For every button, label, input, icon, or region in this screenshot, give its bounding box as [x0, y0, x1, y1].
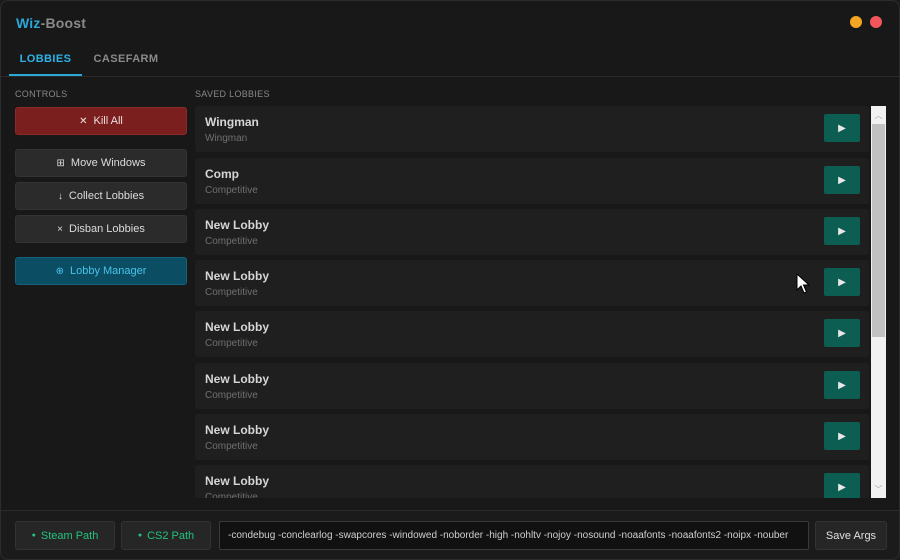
- lobby-manager-label: Lobby Manager: [69, 265, 147, 277]
- play-icon: ▶: [838, 481, 846, 493]
- disban-lobbies-label: Disban Lobbies: [69, 223, 145, 235]
- lobby-name: New Lobby: [205, 474, 270, 488]
- tab-lobbies[interactable]: LOBBIES: [9, 43, 82, 76]
- play-icon: ▶: [838, 327, 846, 339]
- scrollbar-thumb[interactable]: [872, 124, 885, 337]
- lobby-type: Competitive: [205, 185, 258, 196]
- play-button[interactable]: ▶: [824, 166, 860, 194]
- lobby-row: New Lobby Competitive ▶: [195, 311, 869, 357]
- collect-lobbies-button[interactable]: ↓ Collect Lobbies: [15, 182, 187, 210]
- play-button[interactable]: ▶: [824, 114, 860, 142]
- scroll-down-icon[interactable]: ﹀: [871, 481, 886, 497]
- move-windows-label: Move Windows: [70, 157, 146, 169]
- tab-divider: [1, 76, 899, 77]
- lobby-name: Wingman: [205, 115, 259, 129]
- play-button[interactable]: ▶: [824, 422, 860, 450]
- kill-all-label: Kill All: [93, 115, 123, 127]
- scroll-up-icon[interactable]: ︿: [871, 107, 886, 123]
- lobby-row: Comp Competitive ▶: [195, 158, 869, 204]
- play-icon: ▶: [838, 174, 846, 186]
- title-bar[interactable]: Wiz-Boost: [1, 1, 899, 43]
- app-window: Wiz-Boost LOBBIES CASEFARM CONTROLS ✕ Ki…: [0, 0, 900, 560]
- save-args-button[interactable]: Save Args: [815, 521, 887, 550]
- app-title-brand: Wiz: [16, 15, 41, 31]
- play-icon: ▶: [838, 225, 846, 237]
- collect-lobbies-label: Collect Lobbies: [68, 190, 145, 202]
- lobby-name: New Lobby: [205, 423, 270, 437]
- lobby-name: New Lobby: [205, 269, 270, 283]
- lobby-type: Competitive: [205, 441, 258, 452]
- play-button[interactable]: ▶: [824, 371, 860, 399]
- globe-icon: ⊕: [55, 265, 64, 277]
- launch-args-input[interactable]: [219, 521, 809, 550]
- play-icon: ▶: [838, 276, 846, 288]
- lobby-row: Wingman Wingman ▶: [195, 106, 869, 152]
- move-windows-button[interactable]: ⊞ Move Windows: [15, 149, 187, 177]
- bottom-bar: ● Steam Path ● CS2 Path Save Args: [1, 510, 899, 559]
- controls-label: CONTROLS: [15, 89, 68, 99]
- play-button[interactable]: ▶: [824, 319, 860, 347]
- lobby-type: Competitive: [205, 236, 258, 247]
- disban-lobbies-button[interactable]: × Disban Lobbies: [15, 215, 187, 243]
- lobby-list-scrollbar[interactable]: ︿ ﹀: [871, 106, 886, 498]
- lobby-list[interactable]: Wingman Wingman ▶ Comp Competitive ▶ New…: [195, 106, 869, 498]
- play-button[interactable]: ▶: [824, 268, 860, 296]
- saved-lobbies-label: SAVED LOBBIES: [195, 89, 270, 99]
- lobby-name: New Lobby: [205, 218, 270, 232]
- cs2-path-label: CS2 Path: [147, 529, 195, 542]
- close-button[interactable]: [870, 16, 882, 28]
- lobby-row: New Lobby Competitive ▶: [195, 414, 869, 460]
- lobby-row: New Lobby Competitive ▶: [195, 465, 869, 498]
- play-button[interactable]: ▶: [824, 217, 860, 245]
- steam-path-button[interactable]: ● Steam Path: [15, 521, 115, 550]
- status-dot-icon: ●: [137, 532, 143, 539]
- mouse-cursor-icon: [796, 273, 810, 294]
- lobby-name: New Lobby: [205, 372, 270, 386]
- lobby-name: New Lobby: [205, 320, 270, 334]
- play-icon: ▶: [838, 379, 846, 391]
- lobby-manager-button[interactable]: ⊕ Lobby Manager: [15, 257, 187, 285]
- lobby-type: Competitive: [205, 338, 258, 349]
- play-button[interactable]: ▶: [824, 473, 860, 498]
- grid-icon: ⊞: [56, 157, 65, 169]
- lobby-type: Wingman: [205, 133, 248, 144]
- lobby-row: New Lobby Competitive ▶: [195, 260, 869, 306]
- lobby-type: Competitive: [205, 492, 258, 498]
- play-icon: ▶: [838, 122, 846, 134]
- arrow-down-icon: ↓: [57, 190, 63, 202]
- tab-casefarm[interactable]: CASEFARM: [86, 43, 166, 76]
- steam-path-label: Steam Path: [40, 529, 99, 542]
- tab-bar: LOBBIES CASEFARM: [9, 43, 893, 76]
- close-x-icon: ✕: [79, 115, 88, 127]
- app-title: Wiz-Boost: [16, 15, 86, 31]
- lobby-row: New Lobby Competitive ▶: [195, 363, 869, 409]
- app-title-suffix: -Boost: [40, 15, 87, 31]
- lobby-type: Competitive: [205, 287, 258, 298]
- minimize-button[interactable]: [850, 16, 862, 28]
- lobby-type: Competitive: [205, 390, 258, 401]
- kill-all-button[interactable]: ✕ Kill All: [15, 107, 187, 135]
- x-icon: ×: [57, 223, 63, 235]
- lobby-row: New Lobby Competitive ▶: [195, 209, 869, 255]
- lobby-name: Comp: [205, 167, 239, 181]
- cs2-path-button[interactable]: ● CS2 Path: [121, 521, 211, 550]
- play-icon: ▶: [838, 430, 846, 442]
- status-dot-icon: ●: [31, 532, 36, 539]
